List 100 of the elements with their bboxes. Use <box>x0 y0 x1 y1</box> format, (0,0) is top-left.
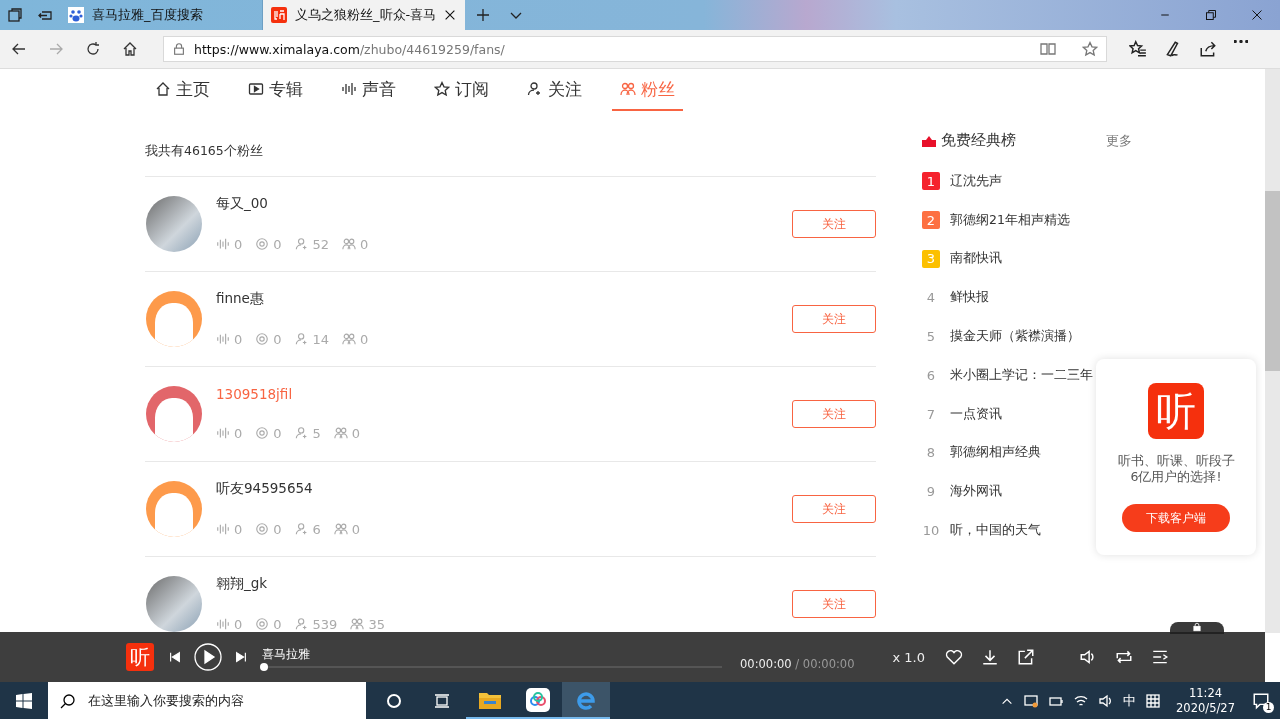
users-icon <box>350 617 365 631</box>
address-bar[interactable]: https://www.ximalaya.com/zhubo/44619259/fans/ <box>163 36 1107 62</box>
folder-icon[interactable] <box>479 690 501 709</box>
user-stat: 0 <box>216 236 243 252</box>
user-stat: 0 <box>255 331 282 347</box>
external-link-icon <box>1017 648 1035 666</box>
ranking-item[interactable]: 鲜快报 <box>950 289 989 307</box>
forward-icon <box>47 41 64 57</box>
users-icon <box>620 81 636 97</box>
rank-number: 10 <box>922 522 940 540</box>
target-icon <box>255 617 270 631</box>
rank-number: 5 <box>925 328 937 346</box>
user-stat: 0 <box>216 616 243 632</box>
user-stat: 35 <box>350 616 385 632</box>
favorites-list-icon <box>1129 40 1147 58</box>
windows-icon[interactable] <box>16 692 32 709</box>
nav-tab[interactable]: 订阅 <box>426 69 497 111</box>
notification-button[interactable]: 1 <box>1250 690 1272 711</box>
search-field[interactable]: 在这里输入你要搜索的内容 <box>86 692 360 709</box>
nav-tab[interactable]: 主页 <box>155 69 218 111</box>
user-stat: 539 <box>294 616 338 632</box>
sound-wave-icon <box>341 81 357 97</box>
star-icon <box>434 81 450 97</box>
user-stat: 52 <box>294 236 330 252</box>
user-plus-icon <box>294 617 309 631</box>
app-logo: 听 <box>1148 383 1204 439</box>
ranking-item[interactable]: 郭德纲21年相声精选 <box>950 211 1070 229</box>
ranking-item[interactable]: 米小圈上学记：一二三年 <box>950 366 1093 384</box>
cortana-circle-icon <box>386 692 402 709</box>
user-name[interactable]: 翱翔_gk <box>216 574 778 593</box>
app-logo-icon <box>271 7 287 23</box>
close-icon <box>443 8 457 22</box>
user-plus-icon <box>294 332 309 346</box>
share-icon <box>1199 40 1217 58</box>
photo-placeholder <box>146 196 202 252</box>
rank-number: 1 <box>922 172 940 191</box>
user-plus-icon <box>294 237 309 251</box>
tabs-icon <box>7 7 23 23</box>
target-icon <box>255 426 270 440</box>
rank-number: 7 <box>925 405 937 424</box>
ranking-item[interactable]: 辽沈先声 <box>950 172 1002 190</box>
rank-number: 9 <box>925 483 937 501</box>
browser-tab[interactable]: 义乌之狼粉丝_听众-喜马 <box>263 0 465 30</box>
ranking-item[interactable]: 南都快讯 <box>950 250 1002 268</box>
play-icon <box>194 643 222 671</box>
ranking-title: 免费经典榜 <box>941 131 1016 150</box>
nav-tab[interactable]: 专辑 <box>240 69 311 111</box>
plus-icon <box>475 7 491 23</box>
fans-count: 我共有46165个粉丝 <box>145 143 264 160</box>
target-icon <box>255 332 270 346</box>
ranking-item[interactable]: 郭德纲相声经典 <box>950 444 1041 462</box>
users-icon <box>342 237 357 251</box>
speed-control[interactable]: x 1.0 <box>892 649 925 665</box>
user-stat: 14 <box>294 331 330 347</box>
playback-time: 00:00:00 / 00:00:00 <box>740 657 855 671</box>
user-stat: 6 <box>294 521 321 537</box>
user-plus-icon <box>294 426 309 440</box>
user-plus-icon <box>527 81 543 97</box>
play-square-icon <box>248 81 264 97</box>
user-stat: 0 <box>255 425 282 441</box>
nav-tab[interactable]: 关注 <box>519 69 590 111</box>
more-icon <box>1234 40 1248 43</box>
user-name[interactable]: 听友94595654 <box>216 479 778 498</box>
rank-number: 8 <box>925 444 937 462</box>
previous-icon <box>168 650 182 664</box>
ranking-item[interactable]: 一点资讯 <box>950 405 1002 423</box>
rank-number: 4 <box>925 289 937 307</box>
nav-tab[interactable]: 声音 <box>333 69 404 111</box>
home-icon <box>121 41 138 57</box>
user-stat: 0 <box>342 331 369 347</box>
task-view-icon <box>434 692 450 709</box>
rank-number: 6 <box>925 366 937 385</box>
cloud-app-icon[interactable] <box>526 687 550 712</box>
promo-text: 听书、听课、听段子 6亿用户的选择! <box>1117 453 1235 485</box>
chat-icon <box>1252 691 1270 710</box>
search-box[interactable]: 在这里输入你要搜索的内容 <box>48 682 366 719</box>
track-title: 喜马拉雅 <box>262 646 311 662</box>
user-stat: 0 <box>216 331 243 347</box>
scrollbar[interactable] <box>1265 69 1280 633</box>
more-link[interactable]: 更多 <box>1106 131 1132 150</box>
ranking-item[interactable]: 听，中国的天气 <box>950 522 1041 540</box>
clock[interactable]: 11:24 2020/5/27 <box>1176 685 1235 716</box>
user-stat: 0 <box>216 521 243 537</box>
users-icon <box>333 426 348 440</box>
ranking-item[interactable]: 海外网讯 <box>950 483 1002 501</box>
ranking-item[interactable]: 摸金天师（紫襟演播） <box>950 328 1080 346</box>
search-icon <box>60 692 76 709</box>
target-icon <box>255 237 270 251</box>
download-button[interactable]: 下载客户端 <box>1122 504 1230 532</box>
user-name[interactable]: finne惠 <box>216 289 778 308</box>
users-icon <box>333 522 348 536</box>
target-icon <box>255 522 270 536</box>
next-icon <box>234 650 248 664</box>
rank-number: 2 <box>922 211 940 230</box>
user-name[interactable]: 每又_00 <box>216 194 778 213</box>
input-method-indicator[interactable]: 中 <box>1123 691 1137 710</box>
refresh-icon <box>84 41 101 57</box>
user-stat: 0 <box>255 521 282 537</box>
download-icon <box>981 648 999 666</box>
rank-number: 3 <box>922 250 940 268</box>
